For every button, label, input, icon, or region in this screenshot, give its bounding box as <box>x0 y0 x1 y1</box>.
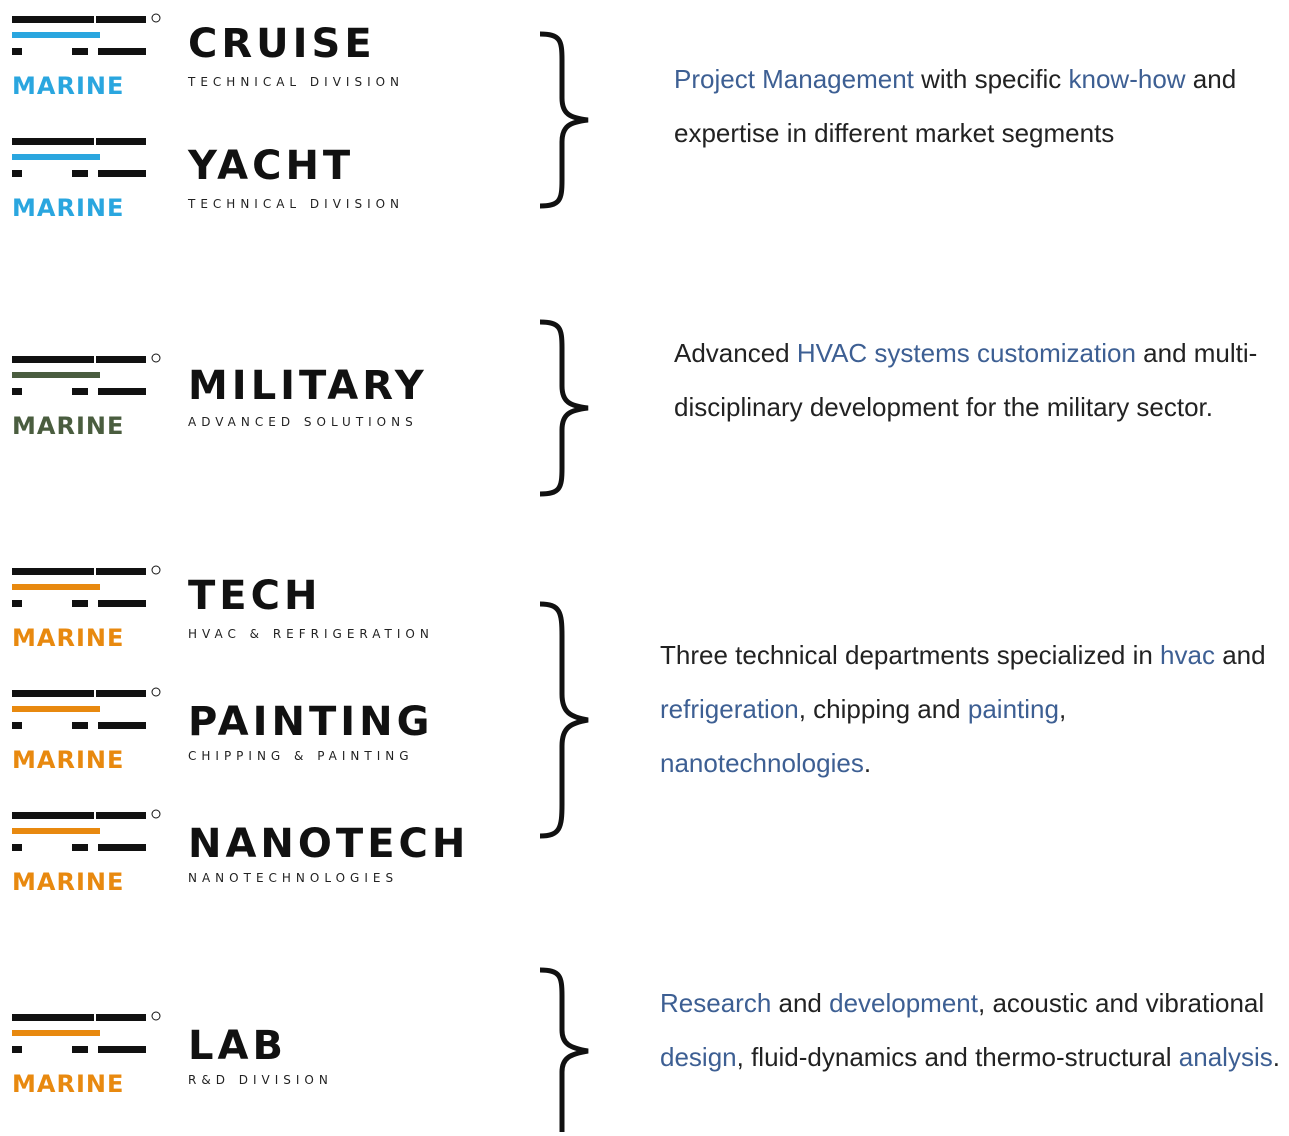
desc-part: . <box>1272 1042 1280 1072</box>
rc-symbol-icon <box>12 565 161 607</box>
brand-name: CRUISE <box>188 21 376 67</box>
desc-part: . <box>863 748 872 778</box>
logo-rc-marine-cruise: MARINE CRUISE TECHNICAL DIVISION <box>12 12 482 108</box>
desc-part: and <box>771 988 830 1018</box>
curly-brace-icon <box>539 601 589 839</box>
curly-brace-icon <box>539 31 589 209</box>
desc-part: know-how <box>1068 64 1186 94</box>
desc-part: HVAC systems customization <box>796 338 1136 368</box>
description-technical-departments: Three technical departments specialized … <box>660 628 1284 790</box>
marine-wordmark: MARINE <box>12 72 125 100</box>
desc-part: , chipping and <box>798 694 968 724</box>
brand-subtitle: NANOTECHNOLOGIES <box>188 871 399 885</box>
desc-part: development <box>829 988 978 1018</box>
marine-wordmark: MARINE <box>12 1070 125 1098</box>
desc-part: and <box>1214 640 1266 670</box>
desc-part: Advanced <box>674 338 797 368</box>
brand-subtitle: HVAC & REFRIGERATION <box>188 627 434 641</box>
description-hvac-customization: Advanced HVAC systems customization and … <box>674 326 1284 434</box>
brand-subtitle: CHIPPING & PAINTING <box>188 749 414 763</box>
desc-part: hvac <box>1160 640 1215 670</box>
desc-part: Three technical departments specialized … <box>660 640 1161 670</box>
desc-part: design <box>660 1042 737 1072</box>
desc-part: Project Management <box>674 64 914 94</box>
logo-rc-marine-military: MARINE MILITARY ADVANCED SOLUTIONS <box>12 352 482 448</box>
rc-symbol-icon <box>12 809 161 851</box>
logo-rc-marine-nanotech: MARINE NANOTECH NANOTECHNOLOGIES <box>12 808 482 904</box>
rc-symbol-icon <box>12 13 161 55</box>
rc-symbol-icon <box>12 138 146 177</box>
brand-name: PAINTING <box>188 699 434 745</box>
brand-name: LAB <box>188 1023 287 1069</box>
desc-part: refrigeration <box>660 694 799 724</box>
brand-name: MILITARY <box>188 363 428 409</box>
desc-part: , acoustic and vibrational <box>978 988 1265 1018</box>
marine-wordmark: MARINE <box>12 746 125 774</box>
brand-subtitle: TECHNICAL DIVISION <box>188 75 405 89</box>
desc-part: painting <box>967 694 1059 724</box>
logo-rc-marine-yacht: MARINE YACHT TECHNICAL DIVISION <box>12 134 482 230</box>
desc-part: , <box>1058 694 1067 724</box>
marine-wordmark: MARINE <box>12 412 125 440</box>
marine-wordmark: MARINE <box>12 868 125 896</box>
brand-subtitle: TECHNICAL DIVISION <box>188 197 405 211</box>
desc-part: analysis <box>1178 1042 1273 1072</box>
brand-subtitle: ADVANCED SOLUTIONS <box>188 415 418 429</box>
description-research-development: Research and development, acoustic and v… <box>660 976 1280 1084</box>
brand-name: YACHT <box>188 143 355 189</box>
curly-brace-icon <box>539 319 589 497</box>
description-project-management: Project Management with specific know-ho… <box>674 52 1274 160</box>
marine-wordmark: MARINE <box>12 624 125 652</box>
logo-rc-marine-tech: MARINE TECH HVAC & REFRIGERATION <box>12 564 482 660</box>
marine-wordmark: MARINE <box>12 194 125 222</box>
brand-name: NANOTECH <box>188 821 470 867</box>
rc-symbol-icon <box>12 353 161 395</box>
logo-rc-marine-lab: MARINE LAB R&D DIVISION <box>12 1010 482 1106</box>
desc-part: nanotechnologies <box>660 748 864 778</box>
logo-rc-marine-painting: MARINE PAINTING CHIPPING & PAINTING <box>12 686 482 782</box>
rc-symbol-icon <box>12 687 161 729</box>
brand-subtitle: R&D DIVISION <box>188 1073 333 1087</box>
desc-part: , fluid-dynamics and thermo-structural <box>736 1042 1179 1072</box>
brand-name: TECH <box>188 573 322 619</box>
desc-part: with specific <box>913 64 1069 94</box>
curly-brace-icon <box>539 967 589 1132</box>
rc-symbol-icon <box>12 1011 161 1053</box>
desc-part: Research <box>660 988 772 1018</box>
